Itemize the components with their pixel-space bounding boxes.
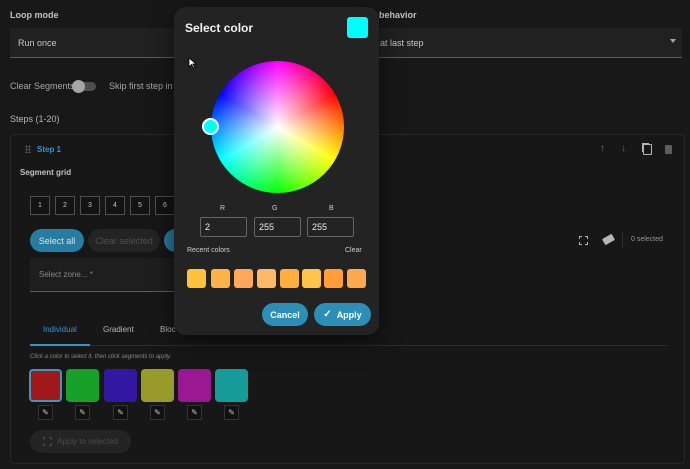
recent-color[interactable] bbox=[280, 269, 299, 288]
apply-button[interactable]: ✓ Apply bbox=[314, 303, 371, 326]
g-input[interactable]: 255 bbox=[254, 217, 301, 237]
r-label: R bbox=[220, 205, 226, 212]
recent-color[interactable] bbox=[257, 269, 276, 288]
b-label: B bbox=[329, 205, 334, 212]
cursor-icon bbox=[188, 57, 197, 69]
color-wheel[interactable] bbox=[211, 61, 344, 193]
cancel-button[interactable]: Cancel bbox=[262, 303, 308, 326]
clear-recent-button[interactable]: Clear bbox=[345, 247, 362, 254]
recent-color[interactable] bbox=[324, 269, 343, 288]
recent-colors-label: Recent colors bbox=[187, 247, 230, 254]
color-picker-dialog: Select color R G B 2 255 255 Recent colo… bbox=[174, 7, 379, 335]
r-input[interactable]: 2 bbox=[200, 217, 247, 237]
apply-label: Apply bbox=[336, 309, 362, 320]
color-wheel-handle[interactable] bbox=[202, 118, 219, 135]
b-input[interactable]: 255 bbox=[307, 217, 354, 237]
recent-color[interactable] bbox=[187, 269, 206, 288]
recent-color[interactable] bbox=[211, 269, 230, 288]
g-label: G bbox=[272, 205, 278, 212]
color-preview bbox=[347, 17, 368, 38]
recent-color[interactable] bbox=[347, 269, 366, 288]
recent-color[interactable] bbox=[234, 269, 253, 288]
check-icon: ✓ bbox=[323, 309, 332, 320]
dialog-title: Select color bbox=[185, 21, 254, 35]
recent-color[interactable] bbox=[302, 269, 321, 288]
